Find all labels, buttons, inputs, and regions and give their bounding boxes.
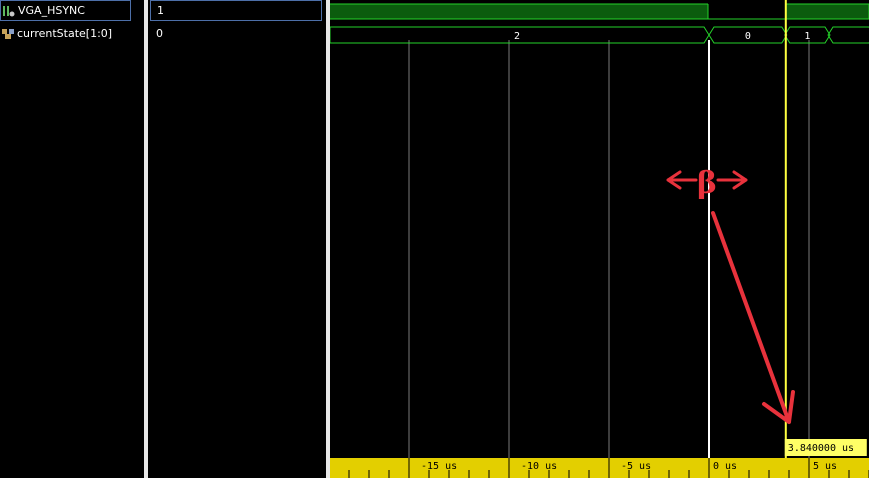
signal-values-pane: 1 0 — [148, 0, 326, 478]
hsync-high-segment — [330, 4, 708, 19]
waveform-pane[interactable]: 2 0 1 -15 us -10 us -5 us 0 us 5 us 3.840000 u… — [330, 0, 869, 478]
signal-names-pane: VGA_HSYNC currentState[1:0] — [0, 0, 144, 478]
cursor-readout-label: 3.840000 us — [788, 443, 854, 454]
value-cell-current-state[interactable]: 0 — [150, 24, 328, 44]
time-ruler: -15 us -10 us -5 us 0 us 5 us — [330, 458, 869, 478]
annotation-long-arrow — [711, 211, 795, 424]
signal-name: currentState[1:0] — [17, 27, 113, 40]
ruler-tick-label: -10 us — [521, 461, 557, 472]
annotation-beta-label: β — [697, 166, 717, 201]
bus-segment-value: 1 — [804, 31, 810, 42]
hsync-high-segment — [785, 4, 869, 19]
current-state-waveform: 2 0 1 — [330, 26, 869, 44]
annotation-arrow-left — [666, 170, 698, 190]
annotation-arrow-right — [716, 170, 748, 190]
waveform-canvas[interactable]: 2 0 1 -15 us -10 us -5 us 0 us 5 us 3.840000 u… — [330, 0, 869, 478]
ruler-tick-label: -15 us — [421, 461, 457, 472]
ruler-bar — [330, 458, 869, 478]
signal-value: 1 — [157, 4, 164, 17]
grid-lines — [408, 40, 810, 458]
bus-segment-value: 0 — [745, 31, 751, 42]
vga-hsync-waveform — [330, 3, 869, 20]
signal-row-vga-hsync[interactable]: VGA_HSYNC — [0, 0, 131, 21]
time-cursor: 3.840000 us — [784, 0, 867, 458]
signal-name: VGA_HSYNC — [18, 4, 85, 17]
ruler-tick-label: -5 us — [621, 461, 651, 472]
signal-row-current-state[interactable]: currentState[1:0] — [0, 24, 144, 44]
bus-icon — [1, 27, 15, 41]
annotation-overlay: β — [666, 166, 795, 424]
bus-segment — [827, 26, 869, 44]
value-cell-vga-hsync[interactable]: 1 — [150, 0, 322, 21]
logic-bit-icon — [2, 4, 16, 18]
bus-segment-value: 2 — [514, 31, 520, 42]
signal-value: 0 — [156, 27, 163, 40]
ruler-tick-label: 5 us — [813, 461, 837, 472]
ruler-tick-label: 0 us — [713, 461, 737, 472]
